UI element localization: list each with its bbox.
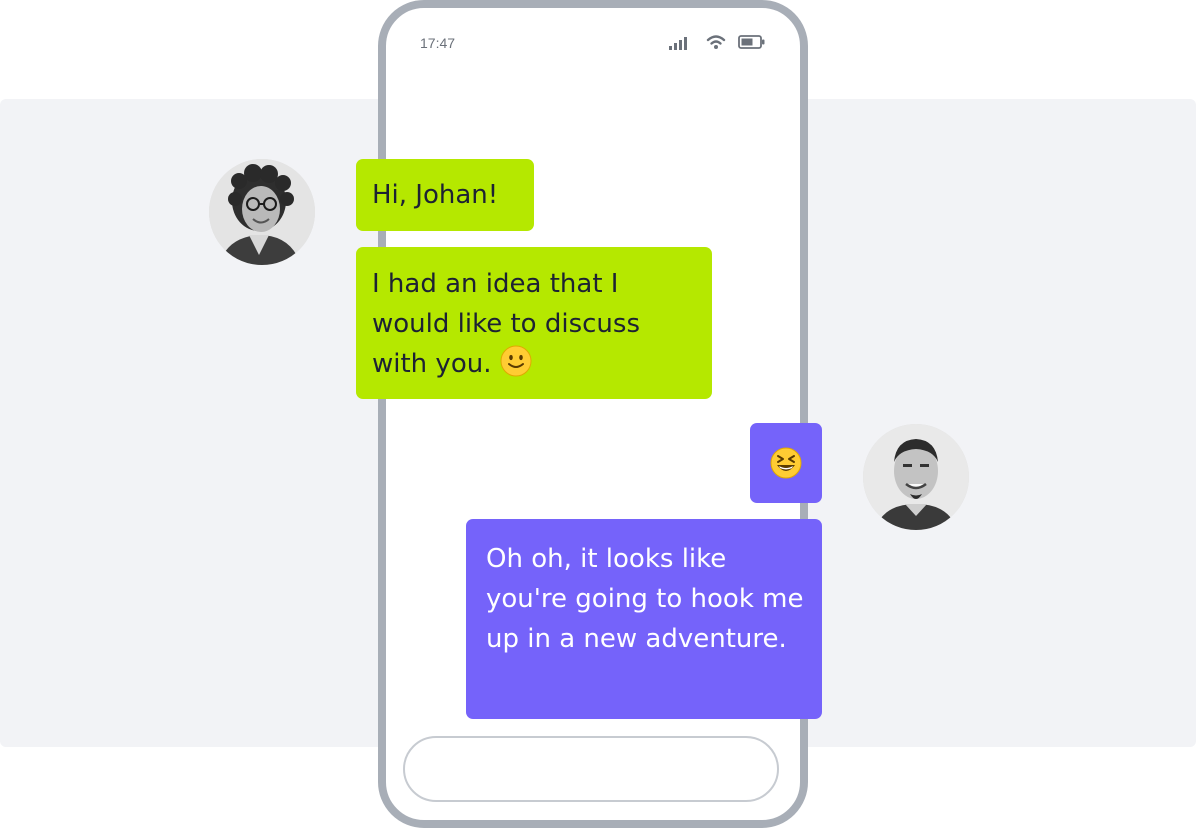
message-input[interactable]	[403, 736, 779, 802]
message-bubble-outgoing: Oh oh, it looks like you're going to hoo…	[466, 519, 822, 719]
message-bubble-incoming: Hi, Johan!	[356, 159, 534, 231]
battery-icon	[738, 35, 765, 49]
status-time: 17:47	[420, 35, 456, 51]
grinning-squinting-face-emoji	[770, 447, 802, 479]
wifi-icon	[706, 35, 726, 49]
message-bubble-incoming: I had an idea that I would like to discu…	[356, 247, 712, 399]
woman-with-glasses-avatar	[209, 159, 315, 265]
cellular-signal-icon	[669, 37, 687, 50]
message-bubble-outgoing	[750, 423, 822, 503]
man-with-goatee-avatar	[863, 424, 969, 530]
message-text: Hi, Johan!	[372, 180, 499, 210]
sender-avatar	[209, 159, 315, 265]
slightly-smiling-face-emoji	[500, 345, 532, 377]
recipient-avatar	[863, 424, 969, 530]
message-text: Oh oh, it looks like you're going to hoo…	[486, 544, 804, 654]
